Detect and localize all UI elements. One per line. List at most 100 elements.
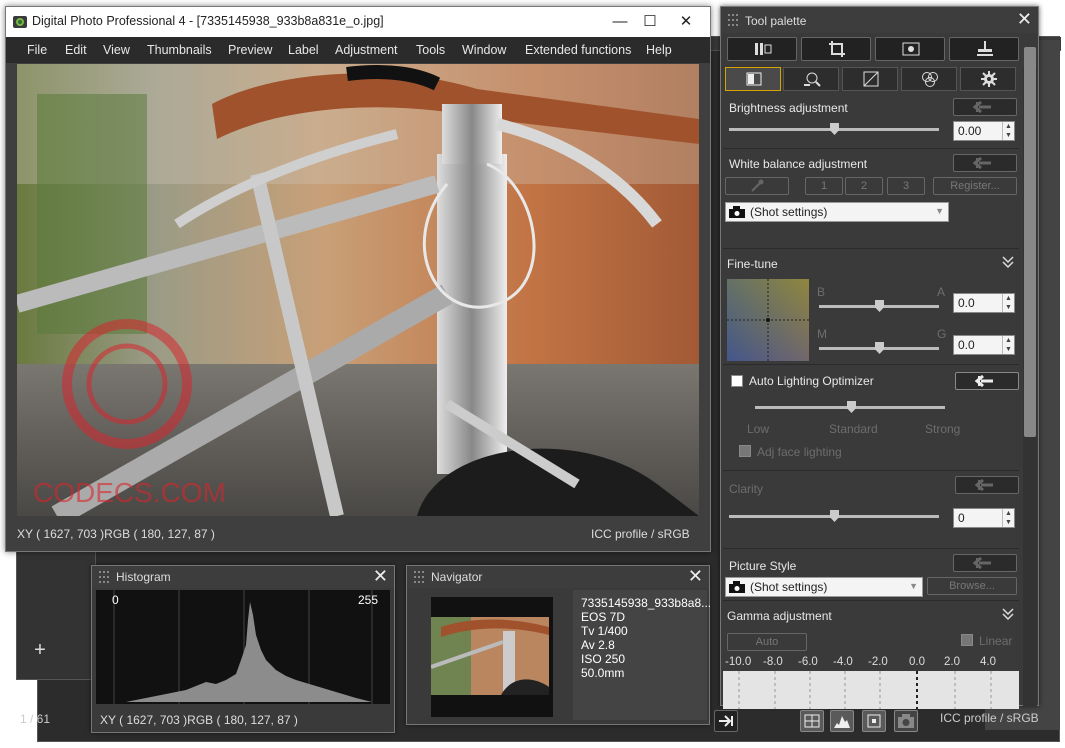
collapse-icon[interactable] xyxy=(1001,607,1015,621)
last-image-button[interactable] xyxy=(714,710,738,732)
fine-tune-label: Fine-tune xyxy=(727,257,778,271)
eyedropper-button[interactable] xyxy=(725,177,789,195)
menu-tools[interactable]: Tools xyxy=(416,43,445,57)
spin-arrows-icon[interactable]: ▲ ▼ xyxy=(1002,509,1014,527)
xy-rgb-readout: XY ( 1627, 703 )RGB ( 180, 127, 87 ) xyxy=(17,527,215,541)
fine-tune-ba-input[interactable]: 0.0 ▲ ▼ xyxy=(953,293,1015,313)
gamma-graph[interactable] xyxy=(723,671,1019,709)
clarity-input[interactable]: 0 ▲ ▼ xyxy=(953,508,1015,528)
stamp-icon xyxy=(977,41,993,56)
fine-tune-mg-knob[interactable] xyxy=(875,342,884,354)
tab-settings[interactable] xyxy=(960,67,1016,91)
af-point-button[interactable] xyxy=(862,710,886,732)
spin-arrows-icon[interactable]: ▲ ▼ xyxy=(1002,122,1014,140)
wb-register-button[interactable]: Register... xyxy=(933,177,1017,195)
tool-palette: Tool palette ✕ Brightness adjustment 0.0… xyxy=(720,6,1039,709)
picture-style-label: Picture Style xyxy=(729,559,797,573)
photo-preview[interactable]: CODECS.COM xyxy=(17,64,699,516)
wb-preset-1-button[interactable]: 1 xyxy=(805,177,843,195)
view-mode-button-1[interactable] xyxy=(800,710,824,732)
menu-bar: File Edit View Thumbnails Preview Label … xyxy=(6,37,710,63)
dust-tool-button[interactable] xyxy=(875,37,945,61)
menu-edit[interactable]: Edit xyxy=(65,43,87,57)
tool-palette-close-button[interactable]: ✕ xyxy=(1017,9,1032,30)
dust-icon xyxy=(902,42,920,56)
brightness-reset-button[interactable] xyxy=(953,98,1017,116)
histogram-close-button[interactable]: ✕ xyxy=(373,566,388,587)
brightness-slider-knob[interactable] xyxy=(830,123,839,135)
info-aperture: Av 2.8 xyxy=(581,638,615,652)
alo-checkbox[interactable] xyxy=(731,375,743,387)
tab-detail[interactable] xyxy=(783,67,839,91)
camera-icon xyxy=(729,581,745,593)
navigator-shot-info: 7335145938_933b8a8... EOS 7D Tv 1/400 Av… xyxy=(573,590,711,720)
adj-face-lighting-checkbox[interactable] xyxy=(739,445,751,457)
navigator-titlebar[interactable]: Navigator ✕ xyxy=(407,566,709,588)
icc-profile-label: ICC profile / sRGB xyxy=(591,527,690,541)
spin-arrows-icon[interactable]: ▲ ▼ xyxy=(1002,336,1014,354)
menu-window[interactable]: Window xyxy=(462,43,506,57)
basic-tab-icon xyxy=(746,72,762,86)
clarity-slider-knob[interactable] xyxy=(830,510,839,522)
tool-palette-scroll-thumb[interactable] xyxy=(1024,47,1036,437)
menu-view[interactable]: View xyxy=(103,43,130,57)
window-title: Digital Photo Professional 4 - [73351459… xyxy=(32,14,384,28)
wb-preset-3-button[interactable]: 3 xyxy=(887,177,925,195)
menu-thumbnails[interactable]: Thumbnails xyxy=(147,43,212,57)
navigator-thumbnail[interactable] xyxy=(431,617,549,695)
brightness-input[interactable]: 0.00 ▲ ▼ xyxy=(953,121,1015,141)
fine-tune-ba-knob[interactable] xyxy=(875,300,884,312)
crop-tool-button[interactable] xyxy=(801,37,871,61)
menu-file[interactable]: File xyxy=(27,43,47,57)
settings-tab-icon xyxy=(981,71,997,87)
histogram-titlebar[interactable]: Histogram ✕ xyxy=(92,566,394,588)
tab-color[interactable] xyxy=(901,67,957,91)
picture-style-reset-button[interactable] xyxy=(953,554,1017,572)
maximize-button[interactable]: ☐ xyxy=(632,7,668,37)
picture-style-section: Picture Style (Shot settings) ▼ Browse..… xyxy=(723,553,1019,601)
picture-style-dropdown[interactable]: (Shot settings) ▼ xyxy=(725,577,923,597)
close-button[interactable]: ✕ xyxy=(668,7,704,37)
navigator-thumbnail-area[interactable] xyxy=(431,597,553,717)
add-button[interactable]: + xyxy=(20,638,60,662)
undo-icon xyxy=(972,156,991,170)
brightness-value: 0.00 xyxy=(958,124,982,138)
tab-basic[interactable] xyxy=(725,67,781,91)
menu-label[interactable]: Label xyxy=(288,43,319,57)
fine-tune-a-label: A xyxy=(937,285,946,299)
menu-extended-functions[interactable]: Extended functions xyxy=(525,43,631,57)
tool-palette-titlebar[interactable]: Tool palette ✕ xyxy=(721,7,1038,33)
camera-icon xyxy=(729,206,745,218)
af-point-icon xyxy=(867,714,881,728)
app-icon xyxy=(12,14,28,30)
menu-help[interactable]: Help xyxy=(646,43,672,57)
fine-tune-mg-input[interactable]: 0.0 ▲ ▼ xyxy=(953,335,1015,355)
camera-button[interactable] xyxy=(894,710,918,732)
clarity-reset-button[interactable] xyxy=(955,476,1019,494)
watermark-text: CODECS.COM xyxy=(33,477,226,508)
alo-reset-button[interactable] xyxy=(955,372,1019,390)
white-balance-reset-button[interactable] xyxy=(953,154,1017,172)
stamp-tool-button[interactable] xyxy=(949,37,1019,61)
gamma-auto-button[interactable]: Auto xyxy=(727,633,807,651)
menu-adjustment[interactable]: Adjustment xyxy=(335,43,398,57)
chevron-down-icon: ▼ xyxy=(935,206,944,216)
tab-tone-curve[interactable] xyxy=(842,67,898,91)
white-balance-dropdown[interactable]: (Shot settings) ▼ xyxy=(725,202,949,222)
bottom-icc-label: ICC profile / sRGB xyxy=(940,711,1039,725)
navigator-close-button[interactable]: ✕ xyxy=(688,566,703,587)
alo-section: Auto Lighting Optimizer Low Standard Str… xyxy=(723,367,1019,471)
spin-arrows-icon[interactable]: ▲ ▼ xyxy=(1002,294,1014,312)
tone-curve-tab-icon xyxy=(863,71,879,87)
tool-palette-title: Tool palette xyxy=(745,14,807,28)
adjust-tool-button[interactable] xyxy=(727,37,797,61)
collapse-icon[interactable] xyxy=(1001,255,1015,269)
histogram-view-button[interactable] xyxy=(830,710,854,732)
color-grid[interactable] xyxy=(727,279,809,361)
menu-preview[interactable]: Preview xyxy=(228,43,272,57)
alo-slider-knob[interactable] xyxy=(847,401,856,413)
picture-style-browse-button[interactable]: Browse... xyxy=(927,577,1017,595)
gamma-linear-checkbox[interactable] xyxy=(961,634,973,646)
clarity-value: 0 xyxy=(958,511,965,525)
wb-preset-2-button[interactable]: 2 xyxy=(845,177,883,195)
